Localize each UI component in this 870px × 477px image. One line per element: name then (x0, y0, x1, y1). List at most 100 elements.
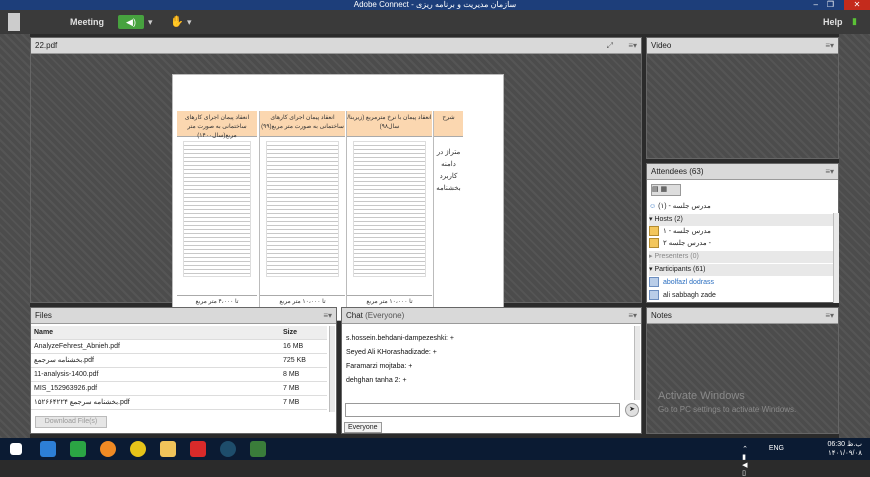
tray-icons[interactable]: ⌃ ▮ ◀ ▯ (742, 445, 748, 477)
restore-button[interactable]: ❐ (827, 0, 834, 10)
clock-time[interactable]: 06:30 ب.ظ (812, 440, 862, 448)
share-pod-header: 22.pdf ⤢ ≡▾ (31, 38, 641, 54)
participant-icon (649, 277, 659, 288)
windows-start-icon[interactable] (10, 443, 22, 455)
acrobat-icon[interactable] (190, 441, 206, 457)
presenters-group[interactable]: ▸ Presenters (0) (649, 251, 834, 263)
host-icon (649, 226, 659, 237)
fullscreen-icon[interactable]: ⤢ (607, 38, 613, 54)
nox-icon[interactable] (220, 441, 236, 457)
chat-pod-title: Chat (346, 311, 363, 320)
files-pod: Files ≡▾ Name Size AnalyzeFehrest_Abnieh… (30, 307, 337, 434)
meeting-menu[interactable]: Meeting (70, 10, 104, 34)
host-row[interactable]: مدرس جلسه ۲ - (649, 238, 834, 250)
slide-column: انعقاد پیمان اجرای کارهای ساختمانی به صو… (177, 111, 257, 307)
table-header: Name Size (31, 326, 327, 340)
status-icon[interactable]: ✋ (170, 15, 184, 28)
collapse-icon: ▾ (649, 216, 653, 223)
clock-date[interactable]: ۱۴۰۱/۰۹/۰۸ (812, 449, 862, 457)
chat-input[interactable] (345, 403, 620, 417)
table-row[interactable]: بخشنامه سرجمع ۱۵۲۶۶۴۲۲۴.pdf 7 MB (31, 396, 327, 410)
recipient-selector[interactable]: Everyone (344, 422, 382, 433)
table-row[interactable]: بخشنامه سرجمع.pdf 725 KB (31, 354, 327, 368)
attendees-pod-header: Attendees (63) ≡▾ (647, 164, 838, 180)
pod-menu-icon[interactable]: ≡▾ (323, 308, 332, 324)
slide-column-header: انعقاد پیمان با نرخ مترمربع (زیربنا/سال۹… (347, 111, 432, 137)
slide-column-footer: تا ۱۰،۰۰۰ متر مربع (347, 295, 432, 307)
collapse-icon: ▾ (649, 266, 653, 273)
view-toggle[interactable]: ▤ ▦ (651, 184, 681, 196)
slide-column-header: انعقاد پیمان اجرای کارهای ساختمانی به صو… (260, 111, 345, 137)
table-row[interactable]: AnalyzeFehrest_Abnieh.pdf 16 MB (31, 340, 327, 354)
slide-column-header: انعقاد پیمان اجرای کارهای ساختمانی به صو… (177, 111, 257, 139)
close-button[interactable]: ✕ (844, 0, 870, 10)
file-explorer-icon[interactable] (160, 441, 176, 457)
notes-pod-title: Notes (651, 311, 672, 320)
expand-icon: ▸ (649, 253, 653, 260)
host-icon (649, 238, 659, 249)
pod-menu-icon[interactable]: ≡▾ (825, 38, 834, 54)
share-pod-title: 22.pdf (35, 41, 58, 50)
video-pod-title: Video (651, 41, 672, 50)
pod-menu-icon[interactable]: ≡▾ (628, 308, 637, 324)
hosts-group[interactable]: ▾ Hosts (2) (649, 214, 834, 226)
pod-menu-icon[interactable]: ≡▾ (825, 164, 834, 180)
send-icon[interactable]: ➤ (625, 403, 639, 417)
my-status-row[interactable]: ☺ مدرس جلسه - (۱) (649, 201, 829, 213)
firefox-icon[interactable] (100, 441, 116, 457)
slide-column: انعقاد پیمان اجرای کارهای ساختمانی به صو… (259, 111, 345, 307)
window-title-bar: Adobe Connect - سازمان مدیریت و برنامه ر… (0, 0, 870, 10)
slide-column-footer: تا ۴،۰۰۰ متر مربع (177, 295, 257, 307)
table-row[interactable]: MIS_152963926.pdf 7 MB (31, 382, 327, 396)
participants-group[interactable]: ▾ Participants (61) (649, 264, 834, 276)
chat-pod: Chat (Everyone) ≡▾ s.hossein.behdani-dam… (341, 307, 642, 434)
window-title: Adobe Connect - سازمان مدیریت و برنامه ر… (353, 0, 517, 9)
chat-message: s.hossein.behdani-dampezeshki: + (346, 335, 454, 342)
store-icon[interactable] (70, 441, 86, 457)
status-dropdown-icon[interactable]: ▾ (187, 17, 192, 28)
menu-bar: Meeting ◀) ▾ ✋ ▾ Help ▮ (0, 10, 870, 34)
participant-row[interactable]: ali sabbagh zade (649, 290, 834, 302)
slide-column: انعقاد پیمان با نرخ مترمربع (زیربنا/سال۹… (346, 111, 432, 307)
language-indicator[interactable]: ENG (769, 445, 784, 452)
chrome-icon[interactable] (130, 441, 146, 457)
share-pod-body: انعقاد پیمان اجرای کارهای ساختمانی به صو… (31, 54, 641, 321)
slide-column: شرح متراژ در دامنه کاربرد بخشنامه (433, 111, 463, 307)
chat-pod-header: Chat (Everyone) ≡▾ (342, 308, 641, 324)
stage-background (0, 34, 30, 438)
user-icon: ☺ (649, 203, 657, 210)
files-pod-header: Files ≡▾ (31, 308, 336, 324)
table-row[interactable]: 11-analysis-1400.pdf 8 MB (31, 368, 327, 382)
speaker-dropdown-icon[interactable]: ▾ (148, 17, 153, 28)
name-column-header[interactable]: Name (34, 326, 53, 340)
internet-explorer-icon[interactable] (40, 441, 56, 457)
document-thumbnail (353, 141, 426, 277)
app-logo (8, 13, 20, 31)
size-column-header[interactable]: Size (283, 326, 297, 340)
speaker-icon[interactable]: ◀) (118, 15, 144, 29)
notes-area[interactable] (647, 324, 838, 433)
scrollbar[interactable] (634, 326, 640, 400)
notes-pod: Notes ≡▾ (646, 307, 839, 434)
chat-message: Faramarzi mojtaba: + (346, 363, 413, 370)
document-thumbnail (183, 141, 251, 277)
chat-message: dehghan tanha 2: + (346, 377, 407, 384)
taskbar: ⌃ ▮ ◀ ▯ ENG 06:30 ب.ظ ۱۴۰۱/۰۹/۰۸ (0, 438, 870, 477)
pod-menu-icon[interactable]: ≡▾ (628, 38, 637, 54)
pod-menu-icon[interactable]: ≡▾ (825, 308, 834, 324)
adobe-connect-icon[interactable] (250, 441, 266, 457)
scrollbar[interactable] (833, 213, 839, 303)
attendees-pod-title: Attendees (651, 167, 688, 176)
video-pod: Video ≡▾ (646, 37, 839, 159)
document-thumbnail (266, 141, 339, 277)
minimize-button[interactable]: – (814, 0, 818, 10)
share-pod: 22.pdf ⤢ ≡▾ انعقاد پیمان اجرای کارهای سا… (30, 37, 642, 321)
participant-row[interactable]: abolfazl dodrass (649, 277, 834, 289)
scrollbar[interactable] (329, 326, 335, 412)
download-button[interactable]: Download File(s) (35, 416, 107, 428)
host-row[interactable]: مدرس جلسه - ۱ (649, 226, 834, 238)
notes-pod-header: Notes ≡▾ (647, 308, 838, 324)
help-menu[interactable]: Help (823, 10, 843, 34)
video-pod-header: Video ≡▾ (647, 38, 838, 54)
connection-icon: ▮ (852, 16, 857, 26)
